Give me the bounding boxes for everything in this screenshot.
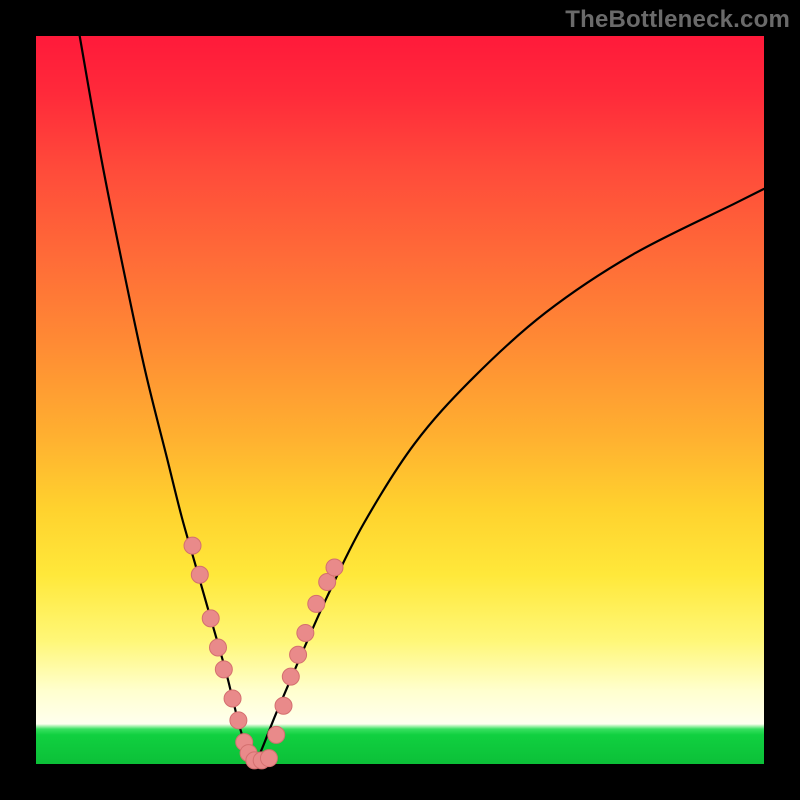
outer-frame: TheBottleneck.com <box>0 0 800 800</box>
chart-svg <box>36 36 764 764</box>
data-point <box>202 610 219 627</box>
curve-right <box>254 189 764 764</box>
data-point <box>282 668 299 685</box>
watermark-text: TheBottleneck.com <box>565 6 790 34</box>
scatter-dots <box>184 537 343 769</box>
plot-area <box>36 36 764 764</box>
data-point <box>275 697 292 714</box>
data-point <box>210 639 227 656</box>
data-point <box>290 646 307 663</box>
data-point <box>230 712 247 729</box>
data-point <box>215 661 232 678</box>
data-point <box>308 595 325 612</box>
curve-left <box>80 36 255 764</box>
data-point <box>260 750 277 767</box>
data-point <box>268 726 285 743</box>
data-point <box>297 624 314 641</box>
data-point <box>326 559 343 576</box>
data-point <box>184 537 201 554</box>
data-point <box>224 690 241 707</box>
data-point <box>191 566 208 583</box>
